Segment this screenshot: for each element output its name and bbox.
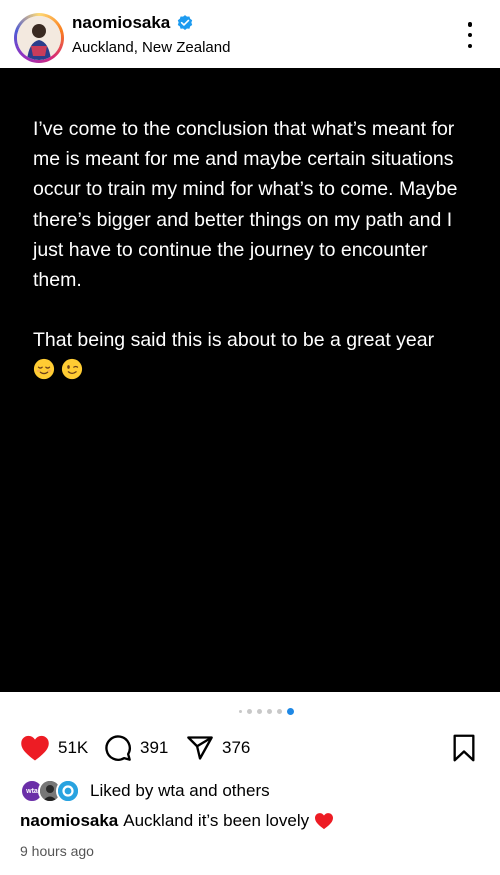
carousel-dot <box>266 709 272 714</box>
caption-username[interactable]: naomiosaka <box>20 811 118 831</box>
avatar-image <box>17 16 61 60</box>
carousel-indicator <box>0 708 500 715</box>
like-button[interactable]: 51K <box>20 734 88 762</box>
comment-count: 391 <box>140 738 169 757</box>
username[interactable]: naomiosaka <box>72 13 170 33</box>
caption-text: Auckland it’s been lovely <box>123 811 310 830</box>
carousel-dot <box>246 709 252 714</box>
winking-face-emoji <box>61 358 83 380</box>
carousel-dot <box>238 710 242 713</box>
send-icon <box>187 736 213 760</box>
relieved-face-emoji <box>33 358 55 380</box>
liked-by-row[interactable]: wta Liked by wta and others <box>20 779 270 803</box>
liked-by-text: Liked by wta and others <box>90 781 270 801</box>
comment-button[interactable]: 391 <box>104 734 168 762</box>
caption: naomiosaka Auckland it’s been lovely <box>20 811 334 831</box>
carousel-dot <box>256 709 262 714</box>
post-location[interactable]: Auckland, New Zealand <box>72 39 230 56</box>
liked-by-suffix[interactable]: and others <box>189 781 269 800</box>
more-vertical-icon[interactable] <box>460 22 480 48</box>
post-text: I’ve come to the conclusion that what’s … <box>33 118 458 352</box>
like-count: 51K <box>58 738 89 757</box>
post-header: naomiosaka Auckland, New Zealand <box>0 0 500 68</box>
carousel-dot-active <box>286 708 294 715</box>
liked-by-prefix: Liked by <box>90 781 154 800</box>
post-media[interactable]: I’ve come to the conclusion that what’s … <box>0 68 500 692</box>
share-button[interactable]: 376 <box>186 734 250 762</box>
user-avatar <box>56 779 80 803</box>
red-heart-emoji <box>315 813 334 830</box>
comment-icon <box>105 735 131 761</box>
action-bar: 51K 391 376 <box>0 734 500 764</box>
bookmark-icon <box>453 734 475 762</box>
liked-by-user[interactable]: wta <box>158 781 184 800</box>
post-emojis <box>33 358 83 380</box>
share-count: 376 <box>222 738 251 757</box>
profile-avatar[interactable] <box>14 13 64 63</box>
liked-avatars: wta <box>20 779 80 803</box>
heart-icon <box>21 735 49 761</box>
verified-badge-icon <box>178 15 193 31</box>
post-timestamp: 9 hours ago <box>20 843 94 859</box>
carousel-dot <box>276 709 282 714</box>
username-row: naomiosaka <box>72 13 194 33</box>
save-button[interactable] <box>452 734 476 767</box>
